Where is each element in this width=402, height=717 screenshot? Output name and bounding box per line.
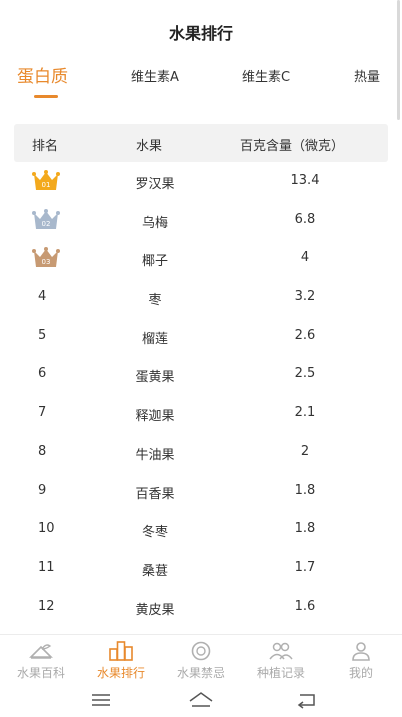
bronze-crown-icon: 03 <box>32 247 60 268</box>
rank-column-header: 排名 <box>32 139 59 154</box>
gold-crown-icon: 01 <box>32 170 60 190</box>
bottom-navigation: 水果百科 水果排行 水果禁忌 种植记录 我的 <box>0 634 402 685</box>
scrollbar[interactable] <box>397 0 400 120</box>
rank-number: 8 <box>38 443 47 459</box>
fruit-name: 黄皮果 <box>135 602 175 618</box>
rank-number: 5 <box>38 327 47 343</box>
amount-value: 3.2 <box>294 289 316 305</box>
system-navigation-bar <box>0 684 402 717</box>
page-title: 水果排行 <box>168 24 233 43</box>
fruit-name: 椰子 <box>141 254 168 270</box>
amount-column-header: 百克含量（微克） <box>240 139 345 154</box>
rank-number: 12 <box>38 598 55 614</box>
fruit-name: 冬枣 <box>141 525 168 541</box>
nav-fruit-encyclopedia[interactable]: 水果百科 <box>1 635 81 685</box>
rank-number: 6 <box>38 366 47 382</box>
fruit-column-header: 水果 <box>136 139 163 154</box>
rank-number: 11 <box>38 559 55 575</box>
tab-vitamin-c[interactable]: 维生素C <box>242 66 290 85</box>
table-row[interactable]: 12 黄皮果 1.6 <box>0 589 402 628</box>
fruit-name: 百香果 <box>135 486 175 502</box>
profile-icon <box>352 642 370 661</box>
table-header: 排名 水果 百克含量（微克） <box>14 124 388 162</box>
nav-label: 水果百科 <box>16 666 65 680</box>
table-row[interactable]: 4 枣 3.2 <box>0 279 402 318</box>
amount-value: 13.4 <box>290 173 320 188</box>
fruit-encyclopedia-icon <box>29 644 53 659</box>
tab-vitamin-a[interactable]: 维生素A <box>131 66 179 85</box>
nav-label: 水果排行 <box>96 666 145 680</box>
nav-label: 我的 <box>348 666 373 680</box>
tab-calories[interactable]: 热量 <box>354 66 380 85</box>
amount-value: 2.6 <box>294 327 316 343</box>
amount-value: 1.8 <box>294 521 316 537</box>
planting-record-icon <box>269 642 293 660</box>
amount-value: 2.5 <box>294 366 316 382</box>
table-row[interactable]: 02 乌梅 6.8 <box>0 202 402 241</box>
category-tabs: 蛋白质 维生素A 维生素C 热量 <box>0 62 402 102</box>
tab-protein[interactable]: 蛋白质 <box>17 62 68 87</box>
amount-value: 4 <box>300 250 310 266</box>
menu-icon[interactable] <box>86 690 116 710</box>
table-row[interactable]: 7 释迦果 2.1 <box>0 395 402 434</box>
nav-fruit-taboo[interactable]: 水果禁忌 <box>161 635 241 685</box>
fruit-name: 乌梅 <box>141 215 168 231</box>
table-row[interactable]: 11 桑葚 1.7 <box>0 550 402 589</box>
rank-number: 7 <box>38 405 47 421</box>
taboo-icon <box>191 641 211 661</box>
rank-badge-text: 01 <box>42 181 51 189</box>
amount-value: 1.7 <box>294 559 316 575</box>
fruit-name: 蛋黄果 <box>135 370 175 386</box>
rank-number: 10 <box>38 521 55 537</box>
nav-label: 种植记录 <box>256 666 305 680</box>
amount-value: 1.6 <box>294 598 316 614</box>
rank-number: 4 <box>38 289 47 305</box>
silver-crown-icon: 02 <box>32 208 60 229</box>
nav-label: 水果禁忌 <box>176 666 225 680</box>
ranking-list: 01 罗汉果 13.4 02 乌梅 6.8 03 椰子 4 4 枣 3.2 5 … <box>0 163 402 627</box>
fruit-name: 桑葚 <box>141 563 168 579</box>
rank-number: 9 <box>38 482 47 498</box>
amount-value: 6.8 <box>294 211 316 227</box>
amount-value: 1.8 <box>294 482 316 498</box>
nav-planting-record[interactable]: 种植记录 <box>241 635 321 685</box>
table-row[interactable]: 9 百香果 1.8 <box>0 473 402 512</box>
back-icon[interactable] <box>292 690 322 710</box>
fruit-name: 榴莲 <box>141 331 168 347</box>
table-row[interactable]: 6 蛋黄果 2.5 <box>0 356 402 395</box>
fruit-name: 牛油果 <box>135 447 175 463</box>
table-row[interactable]: 8 牛油果 2 <box>0 434 402 473</box>
fruit-name: 释迦果 <box>135 409 175 425</box>
nav-profile[interactable]: 我的 <box>321 635 401 685</box>
ranking-icon <box>109 641 133 661</box>
amount-value: 2.1 <box>294 405 316 421</box>
table-row[interactable]: 01 罗汉果 13.4 <box>0 163 402 202</box>
fruit-name: 罗汉果 <box>135 177 175 192</box>
amount-value: 2 <box>300 443 310 459</box>
nav-fruit-ranking[interactable]: 水果排行 <box>81 635 161 685</box>
home-icon[interactable] <box>186 690 216 710</box>
table-row[interactable]: 10 冬枣 1.8 <box>0 511 402 550</box>
rank-badge-text: 02 <box>42 220 51 228</box>
table-row[interactable]: 03 椰子 4 <box>0 240 402 279</box>
rank-badge-text: 03 <box>42 258 51 266</box>
fruit-name: 枣 <box>148 293 162 309</box>
active-tab-indicator <box>34 95 58 98</box>
table-row[interactable]: 5 榴莲 2.6 <box>0 318 402 357</box>
